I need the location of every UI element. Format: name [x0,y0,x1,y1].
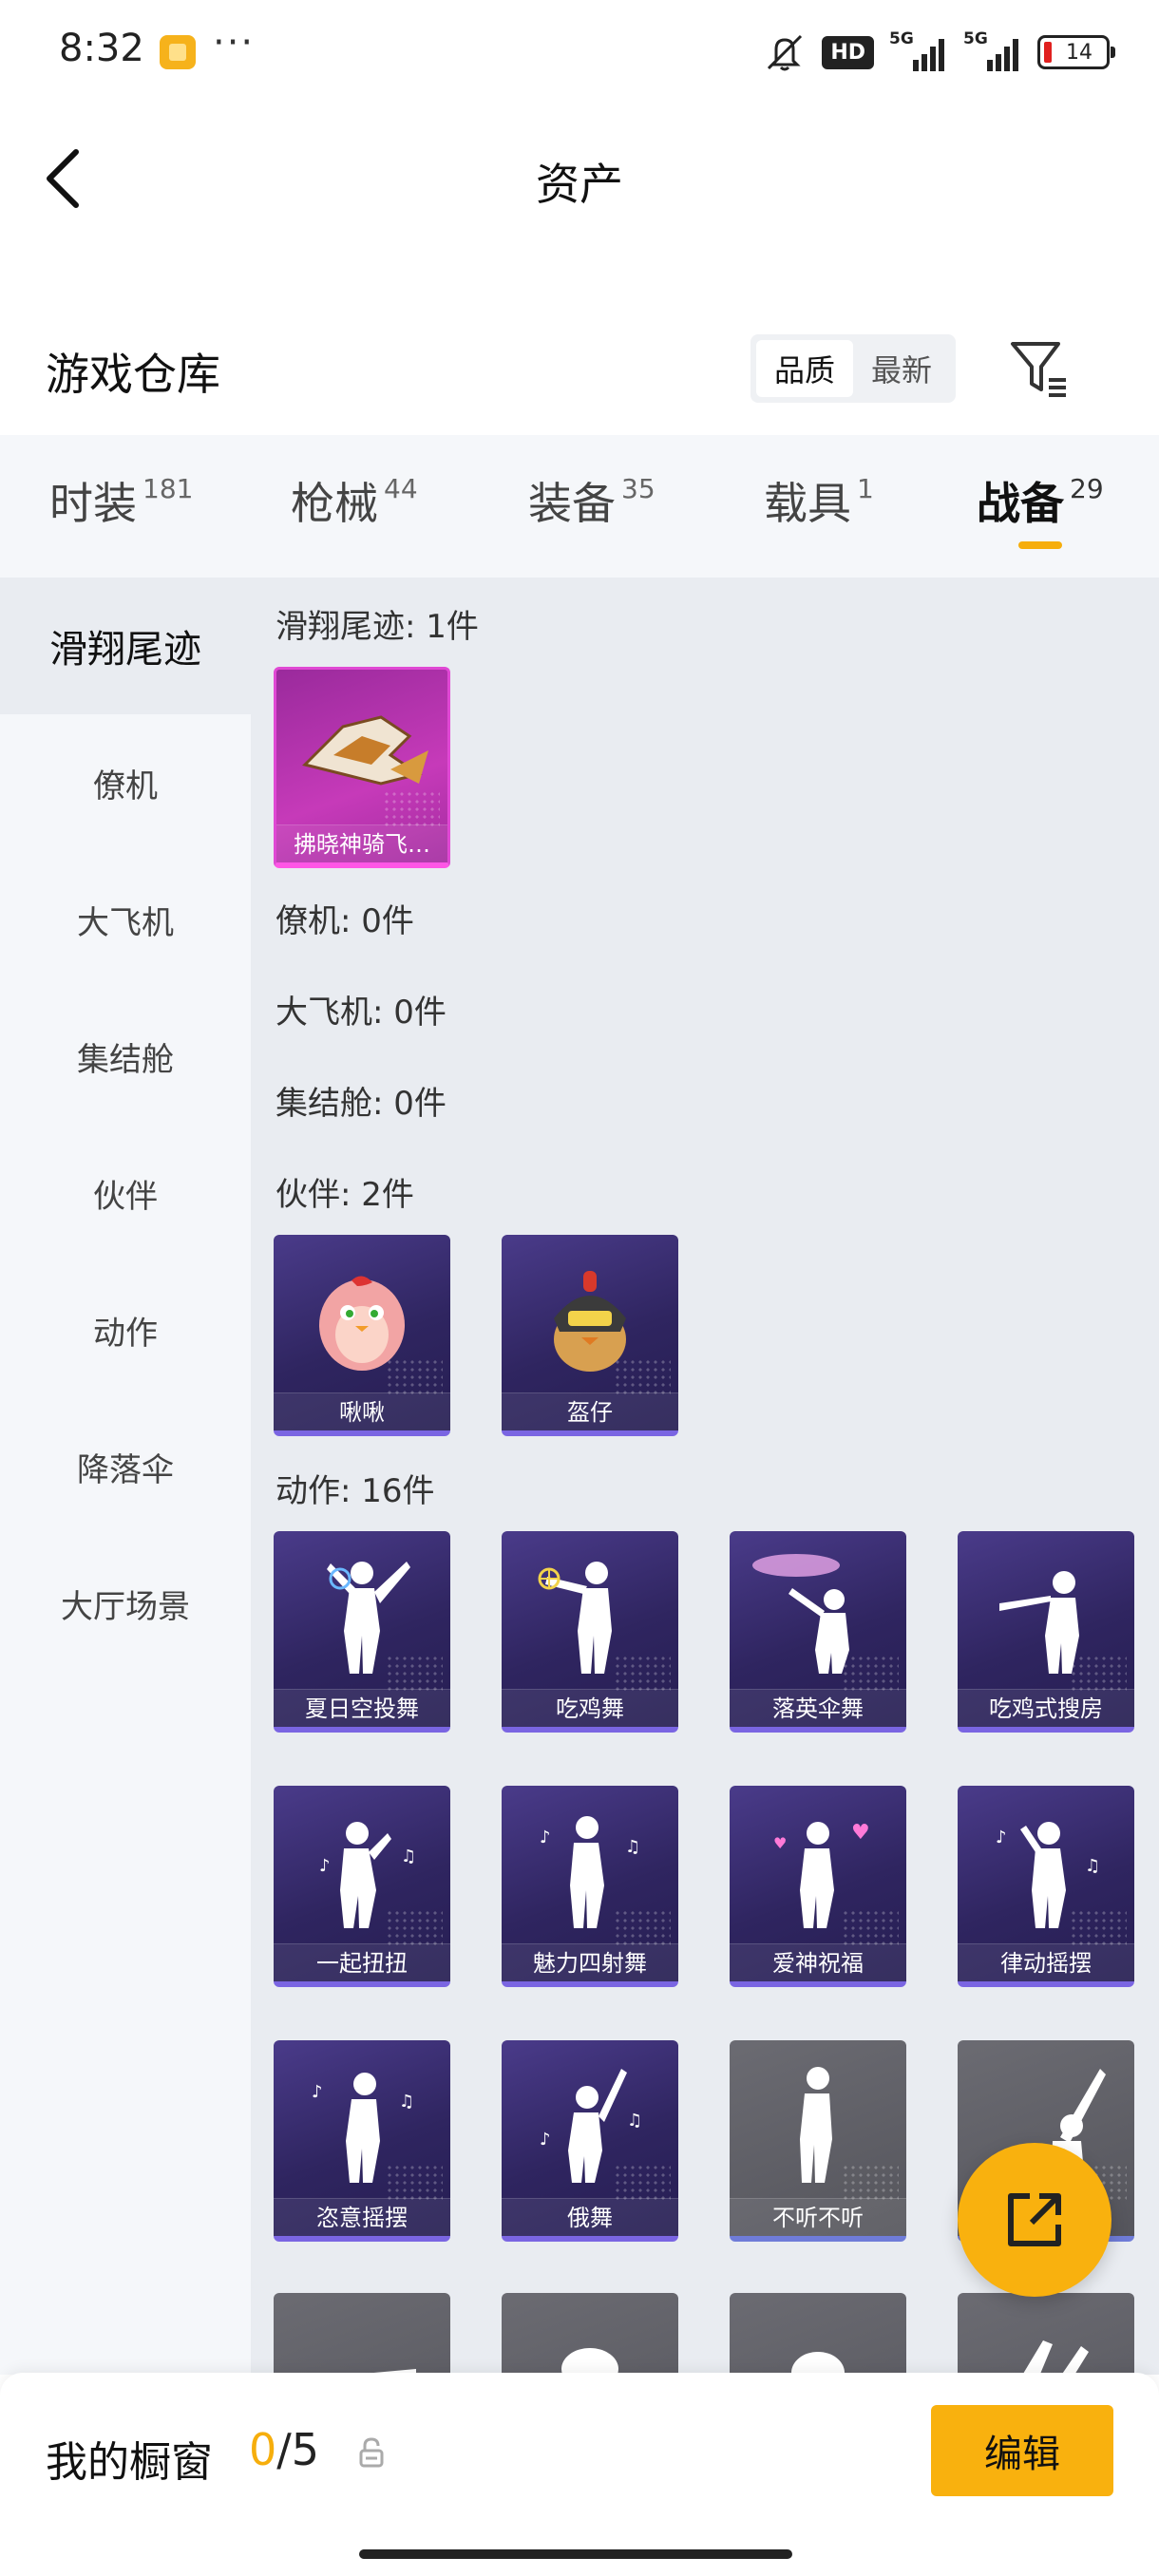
sidebar-item-partner[interactable]: 伙伴 [0,1125,251,1261]
item-card[interactable]: 啾啾 [274,1235,450,1436]
item-name: 盔仔 [502,1392,678,1430]
item-name: 律动摇摆 [958,1943,1134,1981]
sidebar-item-big-plane[interactable]: 大飞机 [0,851,251,988]
item-name: 吃鸡舞 [502,1689,678,1727]
tab-combat-gear[interactable]: 战备 29 [977,469,1104,532]
item-name: 啾啾 [274,1392,450,1430]
item-name: 夏日空投舞 [274,1689,450,1727]
item-card[interactable] [730,2293,906,2375]
svg-text:♫: ♫ [627,2111,642,2131]
item-name: 不听不听 [730,2198,906,2236]
item-card[interactable]: 拂晓神骑飞… [274,667,450,868]
item-name: 拂晓神骑飞… [276,824,447,862]
showcase-bar: 我的橱窗 0/5 编辑 [0,2373,1159,2576]
filter-icon[interactable] [1005,334,1074,403]
svg-text:♫: ♫ [1085,1856,1100,1876]
item-card[interactable] [502,2293,678,2375]
svg-text:♫: ♫ [401,1847,416,1866]
home-indicator[interactable] [359,2549,792,2559]
svg-text:♥: ♥ [773,1834,787,1852]
hd-badge: HD [822,35,874,69]
status-more-dots: ··· [213,21,256,65]
item-card[interactable] [958,2293,1134,2375]
item-card[interactable] [274,2293,450,2375]
status-bar: 8:32 ··· HD 5G 5G 14 [0,0,1159,104]
group-label-bigplane: 大飞机: 0件 [276,994,446,1032]
status-time: 8:32 [59,27,144,70]
sidebar-item-wingman[interactable]: 僚机 [0,714,251,851]
item-name: 恣意摇摆 [274,2198,450,2236]
sidebar-item-glide-trail[interactable]: 滑翔尾迹 [0,578,251,714]
tab-equipment[interactable]: 装备 35 [528,469,656,532]
item-card[interactable]: 夏日空投舞 [274,1531,450,1733]
svg-text:♥: ♥ [851,1821,870,1845]
item-name: 吃鸡式搜房 [958,1689,1134,1727]
sidebar: 滑翔尾迹 僚机 大飞机 集结舱 伙伴 动作 降落伞 大厅场景 [0,578,251,2375]
sidebar-item-lobby-scene[interactable]: 大厅场景 [0,1535,251,1672]
item-card[interactable]: ♥ ♥ 爱神祝福 [730,1786,906,1987]
sidebar-item-pod[interactable]: 集结舱 [0,988,251,1125]
dancer-silhouette [561,2348,618,2375]
item-card[interactable]: ♪ ♫ 魅力四射舞 [502,1786,678,1987]
item-card[interactable]: ♪ ♫ 一起扭扭 [274,1786,450,1987]
sidebar-item-parachute[interactable]: 降落伞 [0,1398,251,1535]
group-label-wingman: 僚机: 0件 [276,902,414,940]
group-label-partner: 伙伴: 2件 [276,1176,414,1214]
item-card[interactable]: 吃鸡式搜房 [958,1531,1134,1733]
dancer-silhouette [1022,2340,1089,2375]
signal-icon-2: 5G [963,29,1022,71]
showcase-label: 我的橱窗 [46,2438,213,2487]
battery-level: 14 [1066,40,1092,65]
group-label-glide: 滑翔尾迹: 1件 [276,608,479,646]
active-tab-indicator [1018,541,1062,549]
tab-guns[interactable]: 枪械 44 [291,469,418,532]
mute-icon [763,32,807,72]
item-name: 落英伞舞 [730,1689,906,1727]
tab-fashion[interactable]: 时装 181 [49,469,193,532]
svg-text:♪: ♪ [540,2130,551,2150]
showcase-count: 0/5 [249,2424,320,2475]
sort-quality-button[interactable]: 品质 [756,340,853,397]
group-label-pod: 集结舱: 0件 [276,1085,446,1123]
status-indicators: HD 5G 5G 14 [763,28,1115,76]
share-icon [1008,2193,1061,2246]
svg-text:♪: ♪ [319,1856,331,1876]
svg-text:♫: ♫ [625,1837,640,1857]
item-name: 俄舞 [502,2198,678,2236]
share-button[interactable] [958,2143,1112,2297]
item-list: 滑翔尾迹: 1件 拂晓神骑飞… 僚机: 0件 大飞机: 0件 集结舱: 0件 伙… [251,578,1159,2375]
svg-text:♫: ♫ [399,2092,414,2112]
dancer-silhouette [791,2352,845,2375]
battery-icon: 14 [1037,35,1115,69]
lock-icon [357,2435,386,2470]
item-card[interactable]: 不听不听 [730,2040,906,2242]
tab-vehicles[interactable]: 载具 1 [764,469,874,532]
group-label-emote: 动作: 16件 [276,1472,435,1510]
item-name: 魅力四射舞 [502,1943,678,1981]
item-name: 一起扭扭 [274,1943,450,1981]
item-card[interactable]: 盔仔 [502,1235,678,1436]
item-card[interactable]: ♪ ♫ 恣意摇摆 [274,2040,450,2242]
page-title: 资产 [536,159,623,210]
asset-page: 8:32 ··· HD 5G 5G 14 资产 游戏仓库 品质 最新 时装 18… [0,0,1159,2576]
sidebar-item-emote[interactable]: 动作 [0,1261,251,1398]
svg-text:♪: ♪ [540,1828,551,1847]
notification-app-icon [160,35,196,69]
item-name: 爱神祝福 [730,1943,906,1981]
edit-button[interactable]: 编辑 [931,2405,1113,2496]
signal-icon: 5G [889,29,948,71]
svg-text:♪: ♪ [996,1828,1007,1847]
item-card[interactable]: 吃鸡舞 [502,1531,678,1733]
item-card[interactable]: ♪ ♫ 俄舞 [502,2040,678,2242]
item-card[interactable]: 落英伞舞 [730,1531,906,1733]
sort-newest-button[interactable]: 最新 [853,340,950,397]
sort-toggle: 品质 最新 [750,334,956,403]
dancer-silhouette [353,2369,416,2375]
section-title: 游戏仓库 [46,349,220,400]
svg-text:♪: ♪ [312,2082,323,2102]
item-card[interactable]: ♪ ♫ 律动摇摆 [958,1786,1134,1987]
category-tabs: 时装 181 枪械 44 装备 35 载具 1 战备 29 [0,435,1159,578]
